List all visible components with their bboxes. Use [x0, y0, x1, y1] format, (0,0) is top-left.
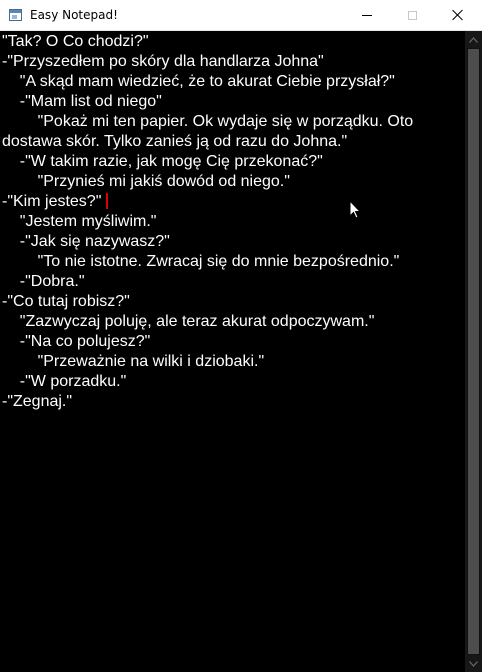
scroll-thumb[interactable]: [467, 48, 480, 655]
text-line: "Zazwyczaj poluję, ale teraz akurat odpo…: [2, 313, 375, 330]
text-line: dostawa skór. Tylko zanieś ją od razu do…: [2, 133, 348, 150]
text-editor-area[interactable]: "Tak? O Co chodzi?" -"Przyszedłem po skó…: [0, 31, 465, 672]
close-button[interactable]: [435, 0, 481, 30]
notepad-app-icon: [9, 9, 22, 21]
text-line: "Tak? O Co chodzi?": [2, 33, 149, 50]
maximize-button[interactable]: [389, 0, 435, 30]
notepad-window: Easy Notepad! "Tak? O Co chodzi?" -"Przy…: [0, 0, 482, 672]
scroll-up-button[interactable]: [465, 31, 482, 48]
text-line: "To nie istotne. Zwracaj się do mnie bez…: [2, 253, 400, 270]
text-line: "Przeważnie na wilki i dziobaki.": [2, 353, 265, 370]
maximize-icon: [407, 10, 417, 20]
text-line: "Jestem myśliwim.": [2, 213, 157, 230]
text-line: "Przynieś mi jakiś dowód od niego.": [2, 173, 290, 190]
text-line: -"Co tutaj robisz?": [2, 293, 130, 310]
title-bar[interactable]: Easy Notepad!: [0, 0, 482, 31]
text-caret: [106, 193, 108, 209]
text-line: "A skąd mam wiedzieć, że to akurat Ciebi…: [2, 73, 395, 90]
scroll-up-arrow-icon: [469, 36, 478, 43]
text-line: -"Mam list od niego": [2, 93, 162, 110]
scroll-down-button[interactable]: [465, 655, 482, 672]
text-line: -"Przyszedłem po skóry dla handlarza Joh…: [2, 53, 324, 70]
text-line: -"Zegnaj.": [2, 393, 73, 410]
text-line: -"Na co polujesz?": [2, 333, 151, 350]
text-line: -"W porzadku.": [2, 373, 127, 390]
text-line: -"Kim jestes?": [2, 193, 102, 210]
text-line: "Pokaż mi ten papier. Ok wydaje się w po…: [2, 113, 414, 130]
window-title: Easy Notepad!: [30, 8, 118, 22]
text-line: -"Dobra.": [2, 273, 85, 290]
mouse-pointer-icon: [349, 200, 361, 219]
text-line: -"Jak się nazywasz?": [2, 233, 170, 250]
close-icon: [452, 9, 464, 21]
scroll-down-arrow-icon: [469, 660, 478, 667]
minimize-button[interactable]: [344, 0, 390, 30]
text-line: -"W takim razie, jak mogę Cię przekonać?…: [2, 153, 323, 170]
minimize-icon: [362, 14, 372, 16]
vertical-scrollbar[interactable]: [465, 31, 482, 672]
